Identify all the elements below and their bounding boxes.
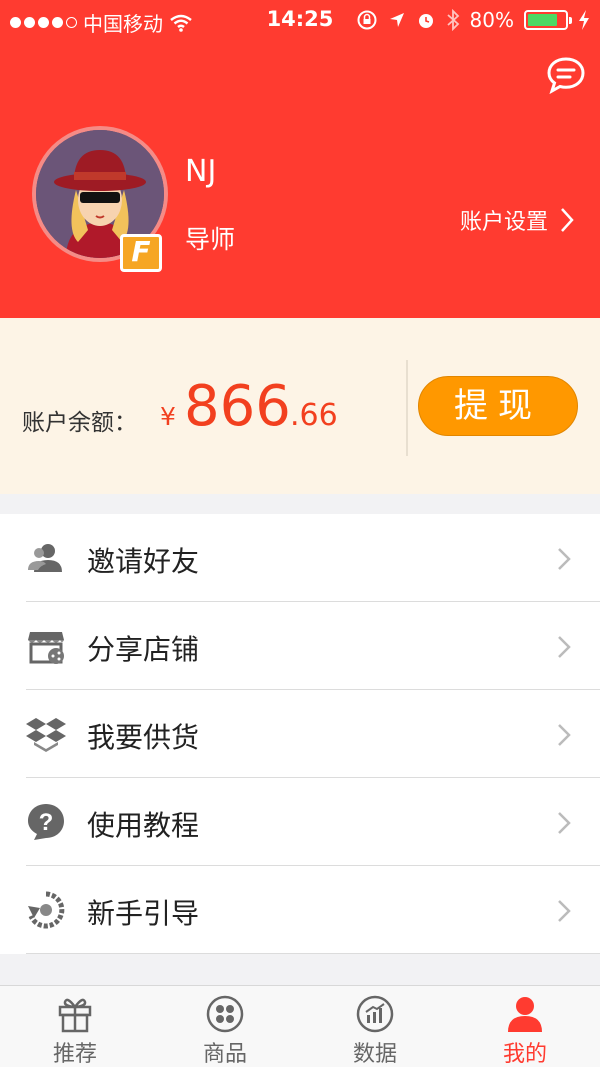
level-badge: F <box>120 234 162 272</box>
tab-products[interactable]: 商品 <box>150 986 300 1067</box>
balance-amount-decimal: .66 <box>290 398 338 433</box>
menu-item-label: 新手引导 <box>87 897 200 930</box>
tab-mine[interactable]: 我的 <box>450 986 600 1067</box>
tab-label: 商品 <box>202 1042 247 1067</box>
bluetooth-icon <box>446 9 459 31</box>
tab-label: 我的 <box>502 1042 547 1067</box>
balance-amount-integer: 866 <box>184 374 291 439</box>
tab-label: 数据 <box>352 1042 397 1067</box>
balance-currency: ¥ <box>160 402 176 431</box>
chevron-right-icon <box>558 900 571 922</box>
guide-refresh-icon <box>28 891 65 929</box>
gift-icon <box>58 998 92 1033</box>
rotation-lock-icon <box>357 10 377 30</box>
profile-header: 中国移动 14:25 80% F NJ 导师 账户设置 <box>0 0 600 318</box>
location-arrow-icon <box>389 13 404 27</box>
menu-item-tutorial[interactable]: ? 使用教程 <box>0 778 600 866</box>
account-settings-label: 账户设置 <box>459 210 548 235</box>
tab-data[interactable]: 数据 <box>300 986 450 1067</box>
user-role: 导师 <box>185 225 236 254</box>
chevron-right-icon <box>558 548 571 570</box>
share-store-icon <box>28 632 64 664</box>
menu-item-label: 邀请好友 <box>87 545 200 578</box>
tab-recommend[interactable]: 推荐 <box>0 986 150 1067</box>
withdraw-button[interactable]: 提现 <box>418 376 578 436</box>
grid-circle-icon <box>206 995 244 1033</box>
invite-friends-icon <box>28 544 62 572</box>
svg-text:?: ? <box>39 809 54 836</box>
charging-bolt-icon <box>579 10 589 30</box>
menu-item-supply[interactable]: 我要供货 <box>0 690 600 778</box>
balance-card: 账户余额： ¥ 866 .66 提现 <box>0 318 600 494</box>
user-name: NJ <box>185 154 217 189</box>
chart-circle-icon <box>356 995 394 1033</box>
menu-item-label: 使用教程 <box>87 809 200 842</box>
menu-item-share-store[interactable]: 分享店铺 <box>0 602 600 690</box>
chevron-right-icon <box>558 724 571 746</box>
battery-percent: 80% <box>469 8 514 32</box>
user-icon <box>508 997 542 1032</box>
menu-item-invite-friends[interactable]: 邀请好友 <box>0 514 600 602</box>
battery-icon <box>524 10 572 30</box>
chevron-right-icon <box>561 208 574 232</box>
balance-label: 账户余额： <box>22 410 137 436</box>
account-settings-link[interactable]: 账户设置 <box>460 204 574 236</box>
alarm-icon <box>418 14 433 28</box>
balance-divider <box>406 360 408 456</box>
menu-list: 邀请好友 分享店铺 我要供货 ? 使用教程 新手引导 <box>0 514 600 954</box>
chevron-right-icon <box>558 812 571 834</box>
tab-bar: 推荐 商品 数据 我的 <box>0 985 600 1067</box>
supply-box-icon <box>26 718 66 752</box>
chevron-right-icon <box>558 636 571 658</box>
tab-label: 推荐 <box>52 1042 97 1067</box>
menu-item-beginner-guide[interactable]: 新手引导 <box>0 866 600 954</box>
menu-item-label: 分享店铺 <box>87 633 200 666</box>
status-bar: 中国移动 14:25 80% <box>0 0 600 40</box>
help-question-icon: ? <box>28 804 64 840</box>
menu-item-label: 我要供货 <box>87 721 200 754</box>
message-icon[interactable] <box>546 55 586 95</box>
